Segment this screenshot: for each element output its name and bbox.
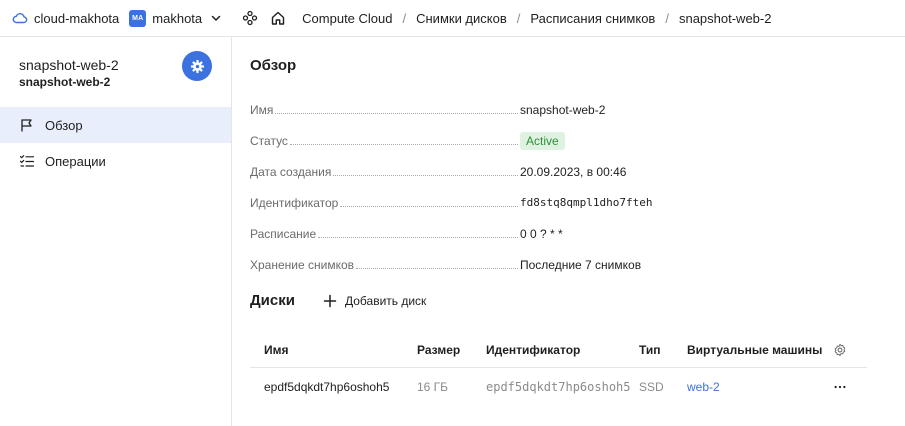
breadcrumb-separator: / <box>665 10 669 26</box>
property-value: Последние 7 снимков <box>520 257 642 272</box>
property-value[interactable]: fd8stq8qmpl1dho7fteh <box>520 196 652 209</box>
properties-list: Имя snapshot-web-2 Статус Active Дата со… <box>250 94 870 280</box>
checklist-icon <box>19 153 35 169</box>
property-row: Хранение снимков Последние 7 снимков <box>250 249 870 280</box>
property-row: Дата создания 20.09.2023, в 00:46 <box>250 156 870 187</box>
breadcrumb-separator: / <box>516 10 521 26</box>
column-settings-button[interactable] <box>832 331 848 368</box>
cloud-icon <box>12 10 28 26</box>
property-row: Расписание 0 0 ? * * <box>250 218 870 249</box>
add-disk-label: Добавить диск <box>344 293 427 308</box>
cloud-name: cloud-makhota <box>34 10 120 26</box>
add-disk-button[interactable]: Добавить диск <box>323 294 426 308</box>
column-header-type: Тип <box>639 342 661 357</box>
folder-badge: MA <box>129 9 147 27</box>
main-content: Обзор Имя snapshot-web-2 Статус Active Д… <box>233 37 905 426</box>
disks-table: Имя Размер Идентификатор Тип Виртуальные… <box>250 331 867 405</box>
column-header-name: Имя <box>264 342 289 357</box>
status-badge: Active <box>520 131 565 150</box>
property-value: 20.09.2023, в 00:46 <box>520 164 627 179</box>
overview-title: Обзор <box>250 57 297 74</box>
breadcrumb-current: snapshot-web-2 <box>678 10 772 26</box>
top-bar: cloud-makhota MA makhota Compute Cloud /… <box>0 0 905 37</box>
folder-selector[interactable]: MA makhota <box>119 9 222 27</box>
vm-link[interactable]: web-2 <box>687 368 720 405</box>
leader-dots <box>340 205 518 207</box>
leader-dots <box>318 236 518 238</box>
column-header-size: Размер <box>417 342 461 357</box>
property-value: snapshot-web-2 <box>520 102 606 117</box>
breadcrumb-snapshots[interactable]: Снимки дисков <box>416 11 507 26</box>
breadcrumb-service[interactable]: Compute Cloud <box>302 11 392 26</box>
row-actions-button[interactable] <box>832 368 848 405</box>
sidebar-item-label: Операции <box>45 153 106 169</box>
sidebar-item-operations[interactable]: Операции <box>0 143 231 179</box>
sidebar-item-label: Обзор <box>45 117 83 133</box>
gear-icon <box>190 59 205 74</box>
property-row: Имя snapshot-web-2 <box>250 94 870 125</box>
property-row: Статус Active <box>250 125 870 156</box>
disks-header: Диски Добавить диск <box>250 292 426 309</box>
table-row[interactable]: epdf5dqkdt7hp6oshoh5 16 ГБ epdf5dqkdt7hp… <box>250 368 867 405</box>
disks-title: Диски <box>250 292 295 309</box>
cloud-selector[interactable]: cloud-makhota <box>12 10 119 26</box>
breadcrumb-separator: / <box>402 10 407 26</box>
plus-icon <box>323 294 337 308</box>
home-icon[interactable] <box>270 10 286 26</box>
leader-dots <box>333 174 518 176</box>
property-label: Идентификатор <box>250 195 339 210</box>
sidebar-item-overview[interactable]: Обзор <box>0 107 231 143</box>
disk-id: epdf5dqkdt7hp6oshoh5 <box>486 379 631 394</box>
property-label: Дата создания <box>250 164 332 179</box>
table-header: Имя Размер Идентификатор Тип Виртуальные… <box>250 331 867 368</box>
property-label: Статус <box>250 133 288 148</box>
breadcrumb-schedules[interactable]: Расписания снимков <box>530 11 655 26</box>
more-icon <box>833 380 847 394</box>
property-label: Имя <box>250 102 274 117</box>
disk-size: 16 ГБ <box>417 379 449 394</box>
sidebar: snapshot-web-2 snapshot-web-2 Обзор Опер… <box>0 37 232 426</box>
chevron-down-icon <box>210 12 222 24</box>
leader-dots <box>289 143 518 145</box>
leader-dots <box>356 267 518 269</box>
gear-icon <box>833 343 847 357</box>
flag-icon <box>19 117 35 133</box>
services-icon[interactable] <box>242 10 258 26</box>
disk-type: SSD <box>639 379 664 394</box>
column-header-id: Идентификатор <box>486 342 581 357</box>
settings-button[interactable] <box>182 51 212 81</box>
column-header-vms: Виртуальные машины <box>687 342 823 357</box>
property-value: 0 0 ? * * <box>520 226 563 241</box>
property-label: Расписание <box>250 226 317 241</box>
leader-dots <box>275 112 518 114</box>
sidebar-header: snapshot-web-2 snapshot-web-2 <box>0 37 231 107</box>
folder-name: makhota <box>152 10 203 26</box>
property-row: Идентификатор fd8stq8qmpl1dho7fteh <box>250 187 870 218</box>
property-label: Хранение снимков <box>250 257 355 272</box>
disk-name[interactable]: epdf5dqkdt7hp6oshoh5 <box>264 368 389 405</box>
